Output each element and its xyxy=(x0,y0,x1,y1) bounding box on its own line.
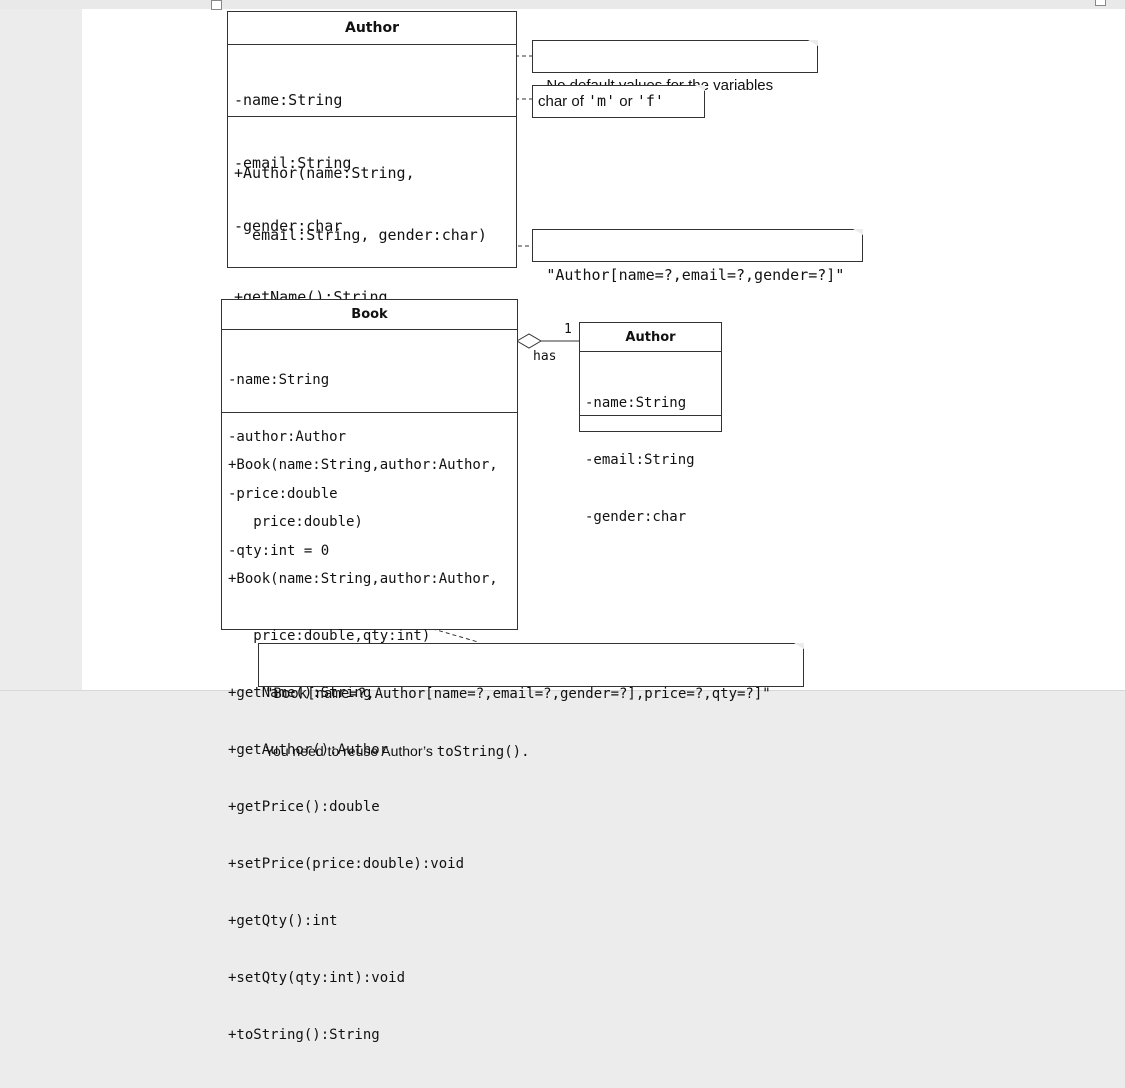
method: +setQty(qty:int):void xyxy=(228,970,406,986)
author-small-methods-empty xyxy=(580,416,721,430)
note-text-method: toString(). xyxy=(436,744,530,760)
attribute: -name:String xyxy=(585,395,687,411)
author-small-attributes: -name:String -email:String -gender:char xyxy=(580,352,721,525)
method: +Author(name:String, xyxy=(234,163,415,182)
attribute: -gender:char xyxy=(585,509,687,525)
association-label: has xyxy=(533,349,557,364)
author-attributes: -name:String -email:String -gender:char xyxy=(228,45,516,235)
attribute: -name:String xyxy=(234,91,343,109)
note-code-f: 'f' xyxy=(636,92,664,110)
note-text-reuse: You need to reuse Author’s xyxy=(265,743,437,759)
method: +getQty():int xyxy=(228,913,338,929)
note-book-tostring-format[interactable]: "Book[name=?,Author[name=?,email=?,gende… xyxy=(258,643,804,760)
author-class-box[interactable]: Author -name:String -email:String -gende… xyxy=(227,11,517,556)
book-class-name: Book xyxy=(222,300,517,330)
book-attributes: -name:String -author:Author -price:doubl… xyxy=(222,330,517,559)
method: +setPrice(price:double):void xyxy=(228,856,465,872)
note-author-tostring-format[interactable]: "Author[name=?,email=?,gender=?]" xyxy=(532,229,863,284)
method: +Book(name:String,author:Author, xyxy=(228,457,498,473)
author-small-class-name: Author xyxy=(580,323,721,352)
note-text: char of xyxy=(538,93,589,110)
book-class-box[interactable]: Book -name:String -author:Author -price:… xyxy=(221,299,518,1043)
attribute: -name:String xyxy=(228,372,330,388)
attribute: -email:String xyxy=(585,452,695,468)
note-gender-values[interactable]: char of 'm' or 'f' xyxy=(532,85,705,118)
method: +Book(name:String,author:Author, xyxy=(228,571,498,587)
author-class-name: Author xyxy=(228,12,516,45)
association-multiplicity: 1 xyxy=(564,322,572,337)
aggregation-diamond-icon xyxy=(516,333,542,349)
method: price:double) xyxy=(228,514,363,530)
method: +getPrice():double xyxy=(228,799,380,815)
method: +toString():String xyxy=(228,1027,380,1043)
method: email:String, gender:char) xyxy=(234,225,487,244)
author-small-class-box[interactable]: Author -name:String -email:String -gende… xyxy=(579,322,722,525)
note-text-or: or xyxy=(615,93,637,110)
note-text: "Author[name=?,email=?,gender=?]" xyxy=(546,266,845,284)
note-no-default-values[interactable]: No default values for the variables xyxy=(532,40,818,94)
note-text-format: "Book[name=?,Author[name=?,email=?,gende… xyxy=(265,686,771,702)
note-code-m: 'm' xyxy=(588,92,616,110)
